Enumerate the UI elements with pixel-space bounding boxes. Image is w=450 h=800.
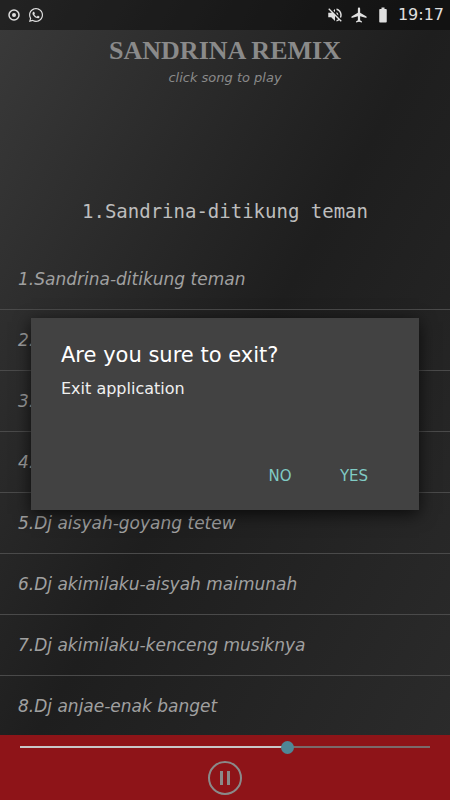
- dialog-button[interactable]: YES: [329, 460, 379, 492]
- player-bar: [0, 735, 450, 800]
- exit-dialog: Are you sure to exit? Exit application NO Y…: [31, 318, 419, 510]
- app-screen: 19:17 SANDRINA REMIXclick song to play 1.S…: [0, 0, 450, 800]
- dialog-message: Exit application: [61, 378, 389, 400]
- seek-thumb[interactable]: [281, 741, 294, 754]
- app-title: SANDRINA REMIX: [109, 34, 341, 68]
- status-time: 19:17: [398, 5, 444, 25]
- whatsapp-icon: [28, 7, 44, 23]
- dialog-title: Are you sure to exit?: [61, 340, 389, 370]
- play-pause-button[interactable]: [208, 761, 242, 795]
- song-row[interactable]: 7.Dj akimilaku-kenceng musiknya: [0, 615, 450, 676]
- song-row[interactable]: 6.Dj akimilaku-aisyah maimunah: [0, 554, 450, 615]
- seek-slider[interactable]: [20, 736, 430, 758]
- song-row[interactable]: 8.Dj anjae-enak banget: [0, 676, 450, 735]
- pause-icon: [219, 771, 231, 785]
- dialog-button[interactable]: NO: [255, 460, 305, 492]
- battery-icon: [374, 6, 392, 24]
- song-row[interactable]: 1.Sandrina-ditikung teman: [0, 249, 450, 310]
- airplane-icon: [350, 6, 368, 24]
- now-playing-title: 1.Sandrina-ditikung teman: [0, 197, 450, 225]
- notification-icon: [6, 7, 22, 23]
- mute-icon: [326, 6, 344, 24]
- app-subtitle: click song to play: [168, 68, 281, 88]
- status-bar: 19:17: [0, 0, 450, 30]
